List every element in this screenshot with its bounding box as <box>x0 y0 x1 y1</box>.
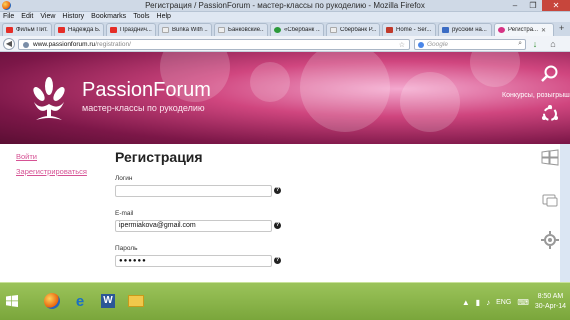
page-title: Регистрация <box>115 149 203 165</box>
devices-charm-icon[interactable] <box>540 190 560 210</box>
folder-icon <box>128 295 144 307</box>
email-input[interactable]: ipermiakova@gmail.com <box>115 220 272 232</box>
search-placeholder: Google <box>427 41 448 48</box>
system-tray: ▲ ▮ ♪ ENG ⌨ 8:50 AM 30-Apr-14 <box>462 285 566 319</box>
main-content: Войти Зарегистрироваться Регистрация Лог… <box>0 144 560 282</box>
bokeh-decoration <box>400 72 460 132</box>
menu-bookmarks[interactable]: Bookmarks <box>91 12 126 22</box>
clock-date: 30-Apr-14 <box>534 303 566 310</box>
share-charm-icon[interactable] <box>540 104 560 124</box>
menu-edit[interactable]: Edit <box>21 12 33 22</box>
sberbank-icon <box>274 27 281 33</box>
clock-time: 8:50 AM <box>537 293 564 300</box>
browser-tab[interactable]: Надежда Б... <box>54 23 104 36</box>
brand-name[interactable]: PassionForum <box>82 79 211 102</box>
bookmark-star-icon[interactable]: ☆ <box>399 41 405 49</box>
menu-view[interactable]: View <box>40 12 55 22</box>
browser-tab[interactable]: русский на... <box>438 23 492 36</box>
browser-tab[interactable]: Bunka With ... <box>158 23 212 36</box>
browser-tab[interactable]: Празднич... <box>106 23 156 36</box>
browser-tab[interactable]: «Сбербанк ... <box>270 23 324 36</box>
browser-tab[interactable]: Фильм Пит... <box>2 23 52 36</box>
site-header: PassionForum мастер-классы по рукоделию … <box>0 52 570 144</box>
browser-tab[interactable]: Банковские... <box>214 23 268 36</box>
contests-link[interactable]: Конкурсы, розыгрыши <box>502 92 570 99</box>
address-bar[interactable]: www.passionforum.ru/registration/ ☆ <box>18 39 410 50</box>
navigation-bar: ◀ www.passionforum.ru/registration/ ☆ Go… <box>0 36 570 52</box>
show-hidden-icons-icon[interactable]: ▲ <box>462 298 470 307</box>
search-bar[interactable]: Google ⌕ <box>414 39 526 50</box>
menu-bar: File Edit View History Bookmarks Tools H… <box>0 12 570 22</box>
window-title: Регистрация / PassionForum - мастер-клас… <box>145 1 425 10</box>
login-input[interactable] <box>115 185 272 197</box>
search-icon[interactable]: ⌕ <box>518 40 522 48</box>
page-icon <box>218 27 225 33</box>
youtube-icon <box>6 27 13 33</box>
taskbar-explorer[interactable] <box>124 288 148 314</box>
windows-start-icon[interactable] <box>6 295 18 307</box>
menu-help[interactable]: Help <box>157 12 171 22</box>
close-button[interactable]: ✕ <box>542 0 570 11</box>
taskbar-ie[interactable]: e <box>68 288 92 314</box>
maximize-button[interactable]: ❐ <box>524 0 542 11</box>
page-icon <box>162 27 169 33</box>
menu-history[interactable]: History <box>62 12 84 22</box>
language-indicator[interactable]: ENG <box>496 299 511 306</box>
menu-file[interactable]: File <box>3 12 14 22</box>
passionforum-logo-icon[interactable] <box>22 72 76 126</box>
home-icon[interactable]: ⌂ <box>548 39 558 49</box>
window-controls: – ❐ ✕ <box>506 0 570 11</box>
keyboard-icon[interactable]: ⌨ <box>517 298 529 307</box>
tab-bar: Фильм Пит... Надежда Б... Празднич... Bu… <box>0 22 570 36</box>
password-label: Пароль <box>115 245 138 252</box>
brand-tagline: мастер-классы по рукоделию <box>82 103 205 113</box>
help-icon[interactable]: ? <box>274 222 281 229</box>
globe-icon <box>23 41 29 48</box>
search-icon[interactable] <box>540 64 560 84</box>
maple-leaf-icon <box>386 27 393 33</box>
url-path: /registration/ <box>95 41 131 48</box>
google-icon <box>418 41 424 48</box>
download-icon[interactable]: ↓ <box>530 39 540 49</box>
back-button[interactable]: ◀ <box>3 38 15 50</box>
word-icon: W <box>101 294 115 308</box>
help-icon[interactable]: ? <box>274 257 281 264</box>
url-host: www.passionforum.ru <box>33 41 96 48</box>
youtube-icon <box>110 27 117 33</box>
browser-tab[interactable]: Home - Ser... <box>382 23 436 36</box>
browser-tab[interactable]: Сбербанк Р... <box>326 23 380 36</box>
email-label: E-mail <box>115 210 134 217</box>
clock[interactable]: 8:50 AM 30-Apr-14 <box>535 292 566 312</box>
bokeh-decoration <box>470 52 520 87</box>
minimize-button[interactable]: – <box>506 0 524 11</box>
bokeh-decoration <box>250 62 290 102</box>
close-tab-icon[interactable]: ✕ <box>541 27 546 34</box>
browser-tab-active[interactable]: Регистра... ✕ <box>494 23 554 36</box>
youtube-icon <box>58 27 65 33</box>
help-icon[interactable]: ? <box>274 187 281 194</box>
start-charm-icon[interactable] <box>540 148 560 168</box>
settings-charm-icon[interactable] <box>540 230 560 250</box>
password-input[interactable]: ●●●●●● <box>115 255 272 267</box>
taskbar: e W ▲ ▮ ♪ ENG ⌨ 8:50 AM 30-Apr-14 <box>0 282 570 320</box>
window-title-bar[interactable]: Регистрация / PassionForum - мастер-клас… <box>0 0 570 12</box>
passionforum-favicon <box>498 27 505 33</box>
new-tab-button[interactable]: + <box>556 22 567 36</box>
taskbar-firefox[interactable] <box>40 288 64 314</box>
network-icon[interactable]: ▮ <box>476 298 480 307</box>
site-icon <box>442 27 449 33</box>
firefox-icon <box>44 293 60 309</box>
taskbar-word[interactable]: W <box>96 288 120 314</box>
register-link[interactable]: Зарегистрироваться <box>16 167 87 176</box>
menu-tools[interactable]: Tools <box>133 12 149 22</box>
volume-icon[interactable]: ♪ <box>486 298 490 307</box>
login-link[interactable]: Войти <box>16 152 37 161</box>
login-label: Логин <box>115 175 133 182</box>
bokeh-decoration <box>300 52 390 132</box>
internet-explorer-icon: e <box>75 292 85 310</box>
page-icon <box>330 27 337 33</box>
